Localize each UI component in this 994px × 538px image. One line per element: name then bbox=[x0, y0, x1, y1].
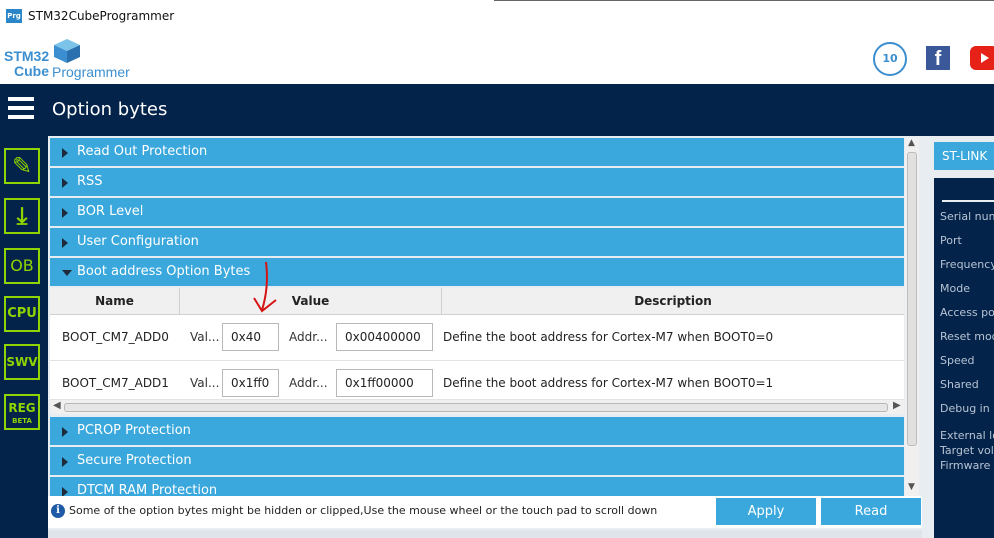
download-icon[interactable]: ⤓ bbox=[4, 198, 40, 234]
row-description: Define the boot address for Cortex-M7 wh… bbox=[443, 376, 774, 390]
column-name: Name bbox=[50, 288, 180, 315]
address-label: Addr... bbox=[289, 330, 328, 344]
section-secure-protection[interactable]: Secure Protection bbox=[50, 447, 904, 475]
app-icon: Prg bbox=[6, 9, 22, 23]
horizontal-scrollbar[interactable]: ◀ ▶ bbox=[50, 400, 904, 414]
read-button[interactable]: Read bbox=[821, 498, 921, 525]
section-dtcm-ram-protection[interactable]: DTCM RAM Protection bbox=[50, 477, 904, 496]
status-strip bbox=[48, 530, 922, 538]
reset-mode-label: Reset mod bbox=[940, 330, 994, 343]
address-label: Addr... bbox=[289, 376, 328, 390]
boot-address-table: Name Value Description BOOT_CM7_ADD0 Val… bbox=[50, 288, 904, 414]
table-row: BOOT_CM7_ADD0 Val... Addr... Define the … bbox=[50, 315, 904, 361]
row-name: BOOT_CM7_ADD1 bbox=[62, 376, 169, 390]
connection-panel: ST-LINK Serial num Port Frequency Mode A… bbox=[922, 136, 994, 538]
row-name: BOOT_CM7_ADD0 bbox=[62, 330, 169, 344]
menu-icon[interactable] bbox=[8, 97, 34, 119]
option-bytes-panel: Read Out Protection RSS BOR Level User C… bbox=[48, 136, 922, 538]
section-boot-address-option-bytes[interactable]: Boot address Option Bytes bbox=[50, 258, 904, 286]
value-label: Val... bbox=[190, 376, 220, 390]
ob-icon[interactable]: OB bbox=[4, 248, 40, 284]
title-bar: Prg STM32CubeProgrammer bbox=[0, 0, 994, 36]
st-link-tab[interactable]: ST-LINK bbox=[934, 142, 994, 170]
expand-arrow-icon bbox=[62, 427, 68, 437]
scroll-right-icon[interactable]: ▶ bbox=[893, 400, 901, 411]
page-title: Option bytes bbox=[52, 99, 168, 120]
boot-cm7-add0-address-input[interactable] bbox=[336, 323, 433, 351]
expand-arrow-icon bbox=[62, 208, 68, 218]
logo-line1: STM32 bbox=[4, 48, 50, 64]
youtube-icon[interactable] bbox=[970, 46, 994, 70]
section-rss[interactable]: RSS bbox=[50, 168, 904, 196]
debug-in-low-power-label: Debug in bbox=[940, 402, 990, 415]
expand-arrow-icon bbox=[62, 238, 68, 248]
info-icon: i bbox=[51, 504, 65, 518]
cube-logo-icon bbox=[54, 39, 80, 63]
swv-icon[interactable]: SWV bbox=[4, 344, 40, 380]
nav-bar: Option bytes bbox=[0, 84, 994, 136]
expand-arrow-icon bbox=[62, 148, 68, 158]
scroll-down-icon[interactable]: ▼ bbox=[908, 482, 915, 492]
value-label: Val... bbox=[190, 330, 220, 344]
anniversary-badge-icon[interactable]: 10 bbox=[873, 42, 907, 76]
expand-arrow-icon bbox=[62, 178, 68, 188]
cpu-icon[interactable]: CPU bbox=[4, 296, 40, 332]
header: STM32 Cube Programmer 10 f bbox=[0, 36, 994, 84]
column-value: Value bbox=[180, 288, 442, 315]
edit-icon[interactable]: ✎ bbox=[4, 148, 40, 184]
scrollbar-thumb[interactable] bbox=[907, 152, 917, 446]
st-link-settings: Serial num Port Frequency Mode Access po… bbox=[934, 178, 994, 538]
boot-cm7-add1-value-input[interactable] bbox=[222, 369, 279, 397]
section-bor-level[interactable]: BOR Level bbox=[50, 198, 904, 226]
info-message: Some of the option bytes might be hidden… bbox=[69, 504, 658, 517]
scroll-up-icon[interactable]: ▲ bbox=[908, 138, 915, 148]
reg-icon[interactable]: REG BETA bbox=[4, 394, 40, 430]
annotation-arrow-icon bbox=[253, 261, 277, 313]
section-pcrop-protection[interactable]: PCROP Protection bbox=[50, 417, 904, 445]
target-voltage-label: Target vol bbox=[940, 444, 994, 457]
apply-button[interactable]: Apply bbox=[716, 498, 816, 525]
column-description: Description bbox=[634, 294, 712, 308]
section-user-configuration[interactable]: User Configuration bbox=[50, 228, 904, 256]
window-title: STM32CubeProgrammer bbox=[28, 9, 175, 23]
boot-cm7-add0-value-input[interactable] bbox=[222, 323, 279, 351]
facebook-icon[interactable]: f bbox=[926, 46, 950, 70]
frequency-label: Frequency bbox=[940, 258, 994, 271]
collapse-arrow-icon bbox=[62, 270, 72, 276]
access-port-label: Access po bbox=[940, 306, 994, 319]
row-description: Define the boot address for Cortex-M7 wh… bbox=[443, 330, 774, 344]
vertical-scrollbar[interactable]: ▲ ▼ bbox=[905, 138, 919, 496]
port-label: Port bbox=[940, 234, 962, 247]
logo-line3: Programmer bbox=[52, 64, 130, 80]
external-loader-label: External lo bbox=[940, 429, 994, 442]
scrollbar-thumb[interactable] bbox=[64, 403, 888, 412]
sidebar: ✎ ⤓ OB CPU SWV REG BETA bbox=[0, 136, 48, 538]
table-row: BOOT_CM7_ADD1 Val... Addr... Define the … bbox=[50, 361, 904, 400]
mode-label: Mode bbox=[940, 282, 970, 295]
table-header: Name Value Description bbox=[50, 288, 904, 315]
serial-number-label: Serial num bbox=[940, 210, 994, 223]
expand-arrow-icon bbox=[62, 457, 68, 467]
expand-arrow-icon bbox=[62, 487, 68, 496]
info-bar: i Some of the option bytes might be hidd… bbox=[48, 496, 922, 528]
speed-label: Speed bbox=[940, 354, 975, 367]
scroll-left-icon[interactable]: ◀ bbox=[53, 400, 61, 411]
firmware-version-label: Firmware v bbox=[940, 459, 994, 472]
background-window-edge bbox=[494, 0, 994, 2]
stm32cubeprogrammer-logo: STM32 Cube Programmer bbox=[4, 38, 134, 82]
logo-line2: Cube bbox=[14, 63, 49, 79]
boot-cm7-add1-address-input[interactable] bbox=[336, 369, 433, 397]
shared-label: Shared bbox=[940, 378, 979, 391]
section-read-out-protection[interactable]: Read Out Protection bbox=[50, 138, 904, 166]
